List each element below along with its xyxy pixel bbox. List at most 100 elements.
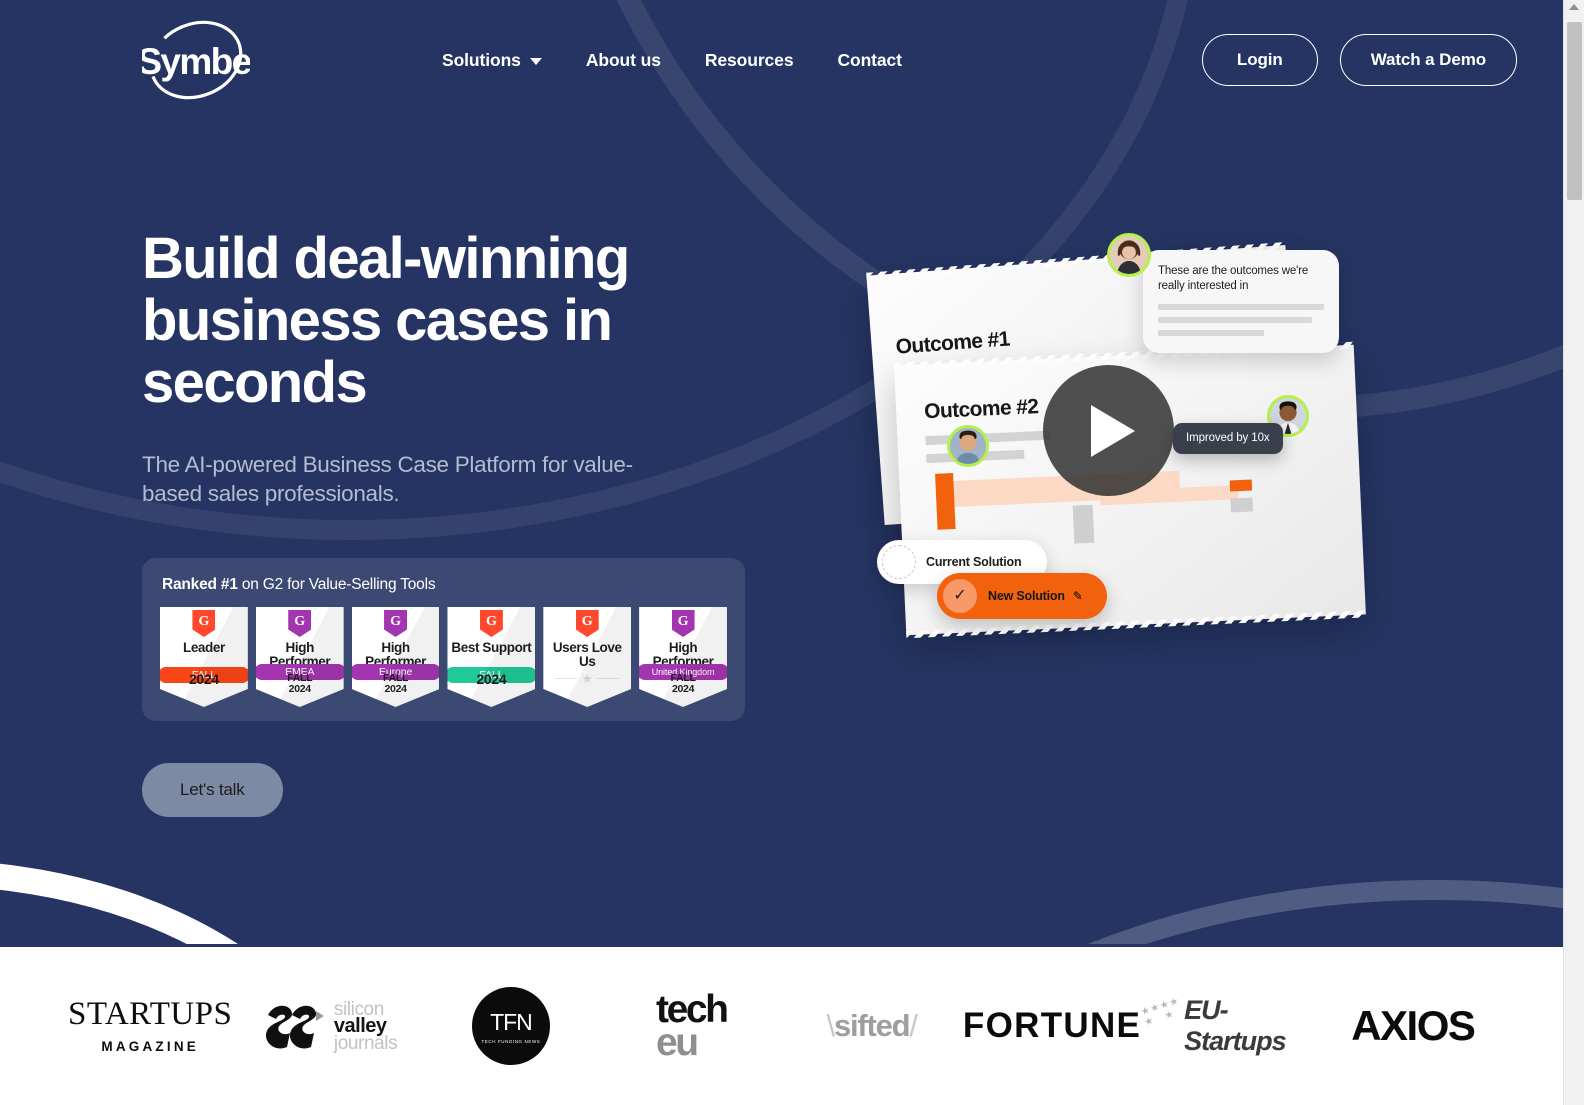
watch-demo-button[interactable]: Watch a Demo: [1339, 34, 1517, 86]
tfn-line1: TFN: [490, 1008, 533, 1035]
comment-bubble: These are the outcomes we're really inte…: [1143, 250, 1339, 353]
eu-startups-word: EU-Startups: [1184, 995, 1287, 1056]
g2-logo-icon: G: [575, 610, 599, 637]
hero-illustration: Outcome #1 Outcome #2 These are the outc…: [855, 215, 1495, 685]
g2-logo-icon: G: [384, 610, 408, 637]
startups-magazine-line2: MAGAZINE: [101, 1039, 199, 1054]
g2-badge: G Leader FALL 2024: [160, 607, 248, 707]
g2-badge-title: Leader: [182, 640, 225, 655]
symbe-logo[interactable]: Symbe: [142, 12, 250, 108]
g2-badge: G High Performer EMEA FALL 2024: [255, 607, 344, 707]
g2-badge-row: G Leader FALL 2024 G High Performer EMEA FALL 20…: [160, 607, 727, 707]
press-logo-fortune: FORTUNE: [962, 986, 1142, 1066]
current-solution-label: Current Solution: [926, 555, 1022, 569]
g2-badge-year: FALL 2024: [383, 672, 409, 695]
g2-badge-star-icon: ★: [543, 672, 631, 685]
scrollbar-thumb[interactable]: [1567, 22, 1582, 200]
comment-bubble-text: These are the outcomes we're really inte…: [1158, 265, 1309, 292]
hero-section: Symbe Solutions About us Resources Conta…: [0, 0, 1563, 947]
placeholder-line: [1158, 330, 1265, 336]
vertical-scrollbar[interactable]: [1563, 0, 1584, 1105]
sifted-word: sifted: [833, 1008, 911, 1043]
chevron-down-icon: [529, 57, 542, 65]
press-logo-startups-magazine: STARTUPS MAGAZINE: [60, 986, 240, 1066]
placeholder-line: [1158, 317, 1313, 323]
play-icon: [1091, 404, 1135, 457]
background-swoosh-bottom-left: [0, 860, 380, 947]
g2-panel-title-bold: Ranked #1: [162, 576, 238, 593]
fortune-word: FORTUNE: [962, 1006, 1142, 1045]
g2-badge-year: FALL 2024: [287, 672, 313, 695]
check-icon: ✓: [943, 579, 977, 613]
background-arc-bottom-right: [760, 880, 1563, 947]
g2-badge: G Users Love Us ★: [543, 607, 632, 707]
nav-item-contact-label: Contact: [837, 49, 902, 70]
g2-panel-title-rest: on G2 for Value-Selling Tools: [237, 576, 436, 593]
outcome-card-2-title: Outcome #2: [923, 395, 1039, 424]
nav-item-about-us-label: About us: [585, 49, 661, 70]
new-solution-pill[interactable]: ✓ New Solution ✎: [937, 573, 1107, 619]
tfn-line2: TECH FUNDING NEWS: [481, 1038, 541, 1044]
g2-badge-year: FALL 2024: [670, 672, 696, 695]
press-logo-tfn: TFN TECH FUNDING NEWS: [421, 986, 601, 1066]
chart-bar-gray: [1072, 504, 1095, 544]
nav-item-resources-label: Resources: [704, 49, 794, 70]
g2-panel-title: Ranked #1 on G2 for Value-Selling Tools: [162, 576, 727, 594]
g2-badge-title: Users Love Us: [552, 640, 622, 669]
placeholder-line: [1158, 304, 1324, 310]
nav-item-about-us[interactable]: About us: [580, 42, 667, 79]
press-logo-silicon-valley-journals: silicon valley journals: [240, 986, 420, 1066]
chart-bar-orange: [1229, 479, 1253, 492]
g2-logo-icon: G: [671, 610, 695, 637]
g2-logo-icon: G: [288, 610, 312, 637]
page-title: Build deal-winning business cases in sec…: [142, 226, 630, 415]
empty-circle-icon: [882, 545, 916, 579]
nav-item-solutions-label: Solutions: [442, 49, 521, 70]
g2-badge: G Best Support FALL 2024: [447, 607, 536, 707]
avatar-user-1: [1107, 233, 1151, 277]
outcome-card-1-title: Outcome #1: [894, 327, 1011, 359]
new-solution-label: New Solution: [988, 589, 1065, 603]
g2-badge-title: Best Support: [451, 640, 532, 655]
lets-talk-button[interactable]: Let's talk: [142, 763, 283, 817]
hero-content: Build deal-winning business cases in sec…: [142, 228, 782, 817]
play-button[interactable]: [1043, 365, 1174, 496]
page-root: Symbe Solutions About us Resources Conta…: [0, 0, 1563, 1105]
nav-item-contact[interactable]: Contact: [831, 42, 907, 79]
startups-magazine-line1: STARTUPS: [67, 996, 233, 1032]
chart-bar-orange: [935, 473, 956, 530]
nav-actions: Login Watch a Demo: [1201, 34, 1517, 86]
nav-links: Solutions About us Resources Contact: [436, 42, 908, 79]
axios-word: AXIOS: [1351, 1002, 1476, 1049]
scroll-up-arrow-icon[interactable]: [1569, 4, 1579, 10]
improved-tooltip: Improved by 10x: [1173, 423, 1283, 454]
main-navigation: Symbe Solutions About us Resources Conta…: [0, 0, 1563, 120]
eu-stars-icon: ★★★★ ★ ★: [1139, 995, 1182, 1029]
sifted-slash-left: \: [826, 1008, 836, 1043]
g2-badge: G High Performer United Kingdom FALL 2024: [639, 607, 727, 707]
g2-badge: G High Performer Europe FALL 2024: [351, 607, 440, 707]
login-button[interactable]: Login: [1201, 34, 1318, 86]
avatar-user-2: [947, 425, 989, 467]
nav-item-resources[interactable]: Resources: [699, 42, 800, 79]
svj-line3: journals: [333, 1032, 398, 1054]
press-logo-tech-eu: tech eu: [601, 986, 781, 1066]
press-logo-axios: AXIOS: [1323, 986, 1503, 1066]
svg-text:Symbe: Symbe: [142, 41, 250, 82]
chart-bar-gray: [1230, 497, 1254, 513]
g2-badge-year: 2024: [188, 671, 219, 687]
pencil-icon: ✎: [1072, 589, 1083, 603]
nav-item-solutions[interactable]: Solutions: [436, 42, 548, 79]
svj-mark-icon: [265, 1005, 324, 1049]
g2-logo-icon: G: [479, 610, 503, 637]
svj-line2: valley: [333, 1014, 387, 1037]
press-logo-sifted: \sifted/: [782, 986, 962, 1066]
g2-logo-icon: G: [192, 610, 216, 637]
logo-mark-icon: Symbe: [142, 20, 250, 100]
hero-subheadline: The AI-powered Business Case Platform fo…: [142, 452, 633, 506]
sifted-slash-right: /: [909, 1008, 918, 1043]
press-logo-eu-startups: ★★★★ ★ ★ EU-Startups: [1139, 986, 1322, 1066]
avatar-image: [950, 428, 986, 464]
g2-badge-panel: Ranked #1 on G2 for Value-Selling Tools …: [142, 558, 745, 721]
g2-badge-year: 2024: [476, 671, 507, 687]
